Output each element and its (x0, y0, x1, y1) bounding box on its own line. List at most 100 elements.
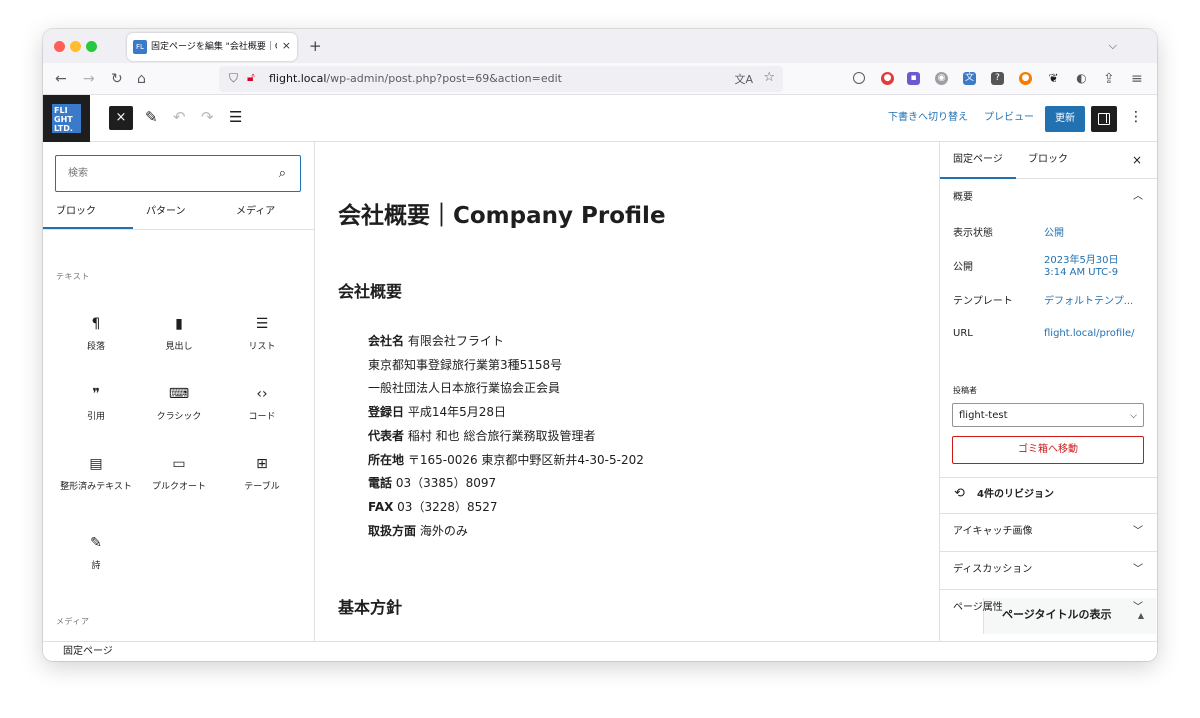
document-overview-icon[interactable]: ☰ (229, 107, 242, 127)
edit-tool-pencil-icon[interactable]: ✎ (145, 107, 158, 127)
extension-help-icon[interactable]: ? (991, 72, 1004, 85)
template-value[interactable]: デフォルトテンプ... (1044, 296, 1133, 308)
new-tab-button[interactable]: + (309, 37, 322, 55)
close-window-button[interactable] (54, 41, 65, 52)
publish-date-value[interactable]: 2023年5月30日 (1044, 255, 1119, 267)
active-tab-indicator (940, 177, 1016, 179)
heading-basic-policy[interactable]: 基本方針 (338, 597, 402, 619)
extension-orange-icon[interactable]: ● (1019, 72, 1032, 85)
summary-panel-title[interactable]: 概要 (953, 191, 973, 205)
info-line[interactable]: 登録日 平成14年5月28日 (368, 404, 506, 421)
block-list[interactable]: ☰ リスト (220, 313, 304, 375)
chevron-down-icon[interactable]: ﹀ (1133, 563, 1143, 577)
browser-tab-active[interactable]: FL 固定ページを編集 "会社概要｜Co × (127, 33, 297, 61)
reload-icon[interactable]: ↻ (111, 70, 123, 88)
info-line[interactable]: 東京都知事登録旅行業第3種5158号 (368, 357, 562, 374)
block-pullquote[interactable]: ▭ プルクオート (137, 453, 221, 515)
info-value: 03（3228）8527 (393, 500, 498, 514)
extension-red-icon[interactable]: ● (881, 72, 894, 85)
author-select[interactable]: flight-test ⌵ (952, 403, 1144, 427)
url-label: URL (953, 328, 973, 339)
info-line[interactable]: 代表者 稲村 和也 総合旅行業務取扱管理者 (368, 428, 595, 445)
page-title[interactable]: 会社概要｜Company Profile (338, 200, 666, 232)
tab-patterns[interactable]: パターン (146, 205, 186, 219)
settings-sidebar: 固定ページ ブロック × 概要 ︿ 表示状態 公開 公開 2023年5月30日 … (939, 142, 1157, 642)
block-quote[interactable]: ❞ 引用 (54, 383, 138, 445)
close-icon[interactable]: × (1132, 152, 1142, 168)
extension-translate-icon[interactable]: 文 (963, 72, 976, 85)
block-verse[interactable]: ✎ 詩 (54, 532, 138, 594)
pocket-icon[interactable] (853, 72, 865, 84)
tracking-shield-icon[interactable]: ⛉ (229, 71, 238, 86)
extension-github-icon[interactable]: ◉ (935, 72, 948, 85)
switch-to-draft-button[interactable]: 下書きへ切り替え (888, 111, 968, 125)
tab-blocks[interactable]: ブロック (56, 205, 96, 219)
category-text-label: テキスト (56, 272, 90, 281)
featured-image-panel-title[interactable]: アイキャッチ画像 (953, 525, 1033, 539)
category-media-label: メディア (56, 617, 90, 626)
chevron-down-icon[interactable]: ﹀ (1133, 525, 1143, 539)
url-bar[interactable]: ⛉ 🔓︎ flight.local/wp-admin/post.php?post… (219, 66, 783, 92)
redo-icon[interactable]: ↷ (201, 107, 214, 127)
info-line[interactable]: FAX 03（3228）8527 (368, 499, 498, 516)
tab-page[interactable]: 固定ページ (953, 153, 1003, 167)
meta-box-title[interactable]: ページタイトルの表示 (1002, 608, 1112, 622)
browser-nav-bar: ← → ↻ ⌂ ⛉ 🔓︎ flight.local/wp-admin/post.… (43, 63, 1157, 95)
preview-button[interactable]: プレビュー (984, 111, 1034, 125)
tab-close-icon[interactable]: × (282, 39, 291, 53)
block-heading[interactable]: ▮ 見出し (137, 313, 221, 375)
url-text[interactable]: flight.local/wp-admin/post.php?post=69&a… (269, 72, 562, 86)
info-label: 会社名 (368, 334, 405, 348)
close-inserter-button[interactable]: × (109, 106, 133, 130)
extension-purple-icon[interactable]: ▪ (907, 72, 920, 85)
insecure-lock-icon[interactable]: 🔓︎ (247, 70, 255, 85)
extension-gear-icon[interactable]: ◐ (1075, 72, 1088, 85)
discussion-panel-title[interactable]: ディスカッション (953, 563, 1032, 577)
undo-icon[interactable]: ↶ (173, 107, 186, 127)
chevron-up-icon[interactable]: ︿ (1133, 190, 1143, 204)
info-line[interactable]: 所在地 〒165-0026 東京都中野区新井4-30-5-202 (368, 452, 644, 469)
home-icon[interactable]: ⌂ (137, 70, 146, 88)
back-arrow-icon[interactable]: ← (55, 70, 67, 88)
translate-icon[interactable]: 文A (734, 71, 753, 87)
visibility-value[interactable]: 公開 (1044, 228, 1064, 240)
info-label: 代表者 (368, 429, 405, 443)
divider (940, 589, 1157, 590)
extension-feather-icon[interactable]: ❦ (1047, 72, 1060, 85)
url-value[interactable]: flight.local/profile/ (1044, 328, 1135, 340)
info-line[interactable]: 電話 03（3385）8097 (368, 475, 496, 492)
move-to-trash-button[interactable]: ゴミ箱へ移動 (952, 436, 1144, 464)
options-more-icon[interactable]: ⋮ (1129, 107, 1143, 127)
revisions-link[interactable]: 4件のリビジョン (977, 488, 1054, 502)
minimize-window-button[interactable] (70, 41, 81, 52)
block-preformatted[interactable]: ▤ 整形済みテキスト (54, 453, 138, 515)
tab-media[interactable]: メディア (236, 205, 275, 219)
app-menu-icon[interactable]: ≡ (1131, 70, 1143, 88)
page-attributes-panel-title[interactable]: ページ属性 (953, 601, 1003, 615)
paragraph-icon: ¶ (91, 316, 101, 332)
info-line[interactable]: 一般社団法人日本旅行業協会正会員 (368, 380, 560, 397)
block-table[interactable]: ⊞ テーブル (220, 453, 304, 515)
breadcrumb[interactable]: 固定ページ (63, 645, 113, 659)
forward-arrow-icon[interactable]: → (83, 70, 95, 88)
update-button[interactable]: 更新 (1045, 106, 1085, 132)
tab-list-chevron-icon[interactable]: ⌵ (1109, 39, 1117, 53)
zoom-window-button[interactable] (86, 41, 97, 52)
heading-company-overview[interactable]: 会社概要 (338, 281, 402, 303)
info-value: 有限会社フライト (404, 334, 504, 348)
block-classic[interactable]: ⌨ クラシック (137, 383, 221, 445)
publish-time-value[interactable]: 3:14 AM UTC-9 (1044, 267, 1118, 279)
info-line[interactable]: 会社名 有限会社フライト (368, 333, 504, 350)
chevron-down-icon[interactable]: ﹀ (1133, 601, 1143, 615)
bookmark-star-icon[interactable]: ☆ (763, 70, 775, 85)
block-code[interactable]: ‹› コード (220, 383, 304, 445)
author-select-value: flight-test (959, 410, 1008, 421)
share-icon[interactable]: ⇪ (1103, 70, 1115, 88)
tab-block[interactable]: ブロック (1028, 153, 1068, 167)
block-search-input[interactable] (56, 156, 266, 191)
site-logo-button[interactable]: FLI GHT LTD. (43, 95, 90, 142)
block-paragraph[interactable]: ¶ 段落 (54, 313, 138, 375)
info-line[interactable]: 取扱方面 海外のみ (368, 523, 468, 540)
settings-toggle-button[interactable] (1091, 106, 1117, 132)
info-value: 03（3385）8097 (392, 476, 497, 490)
